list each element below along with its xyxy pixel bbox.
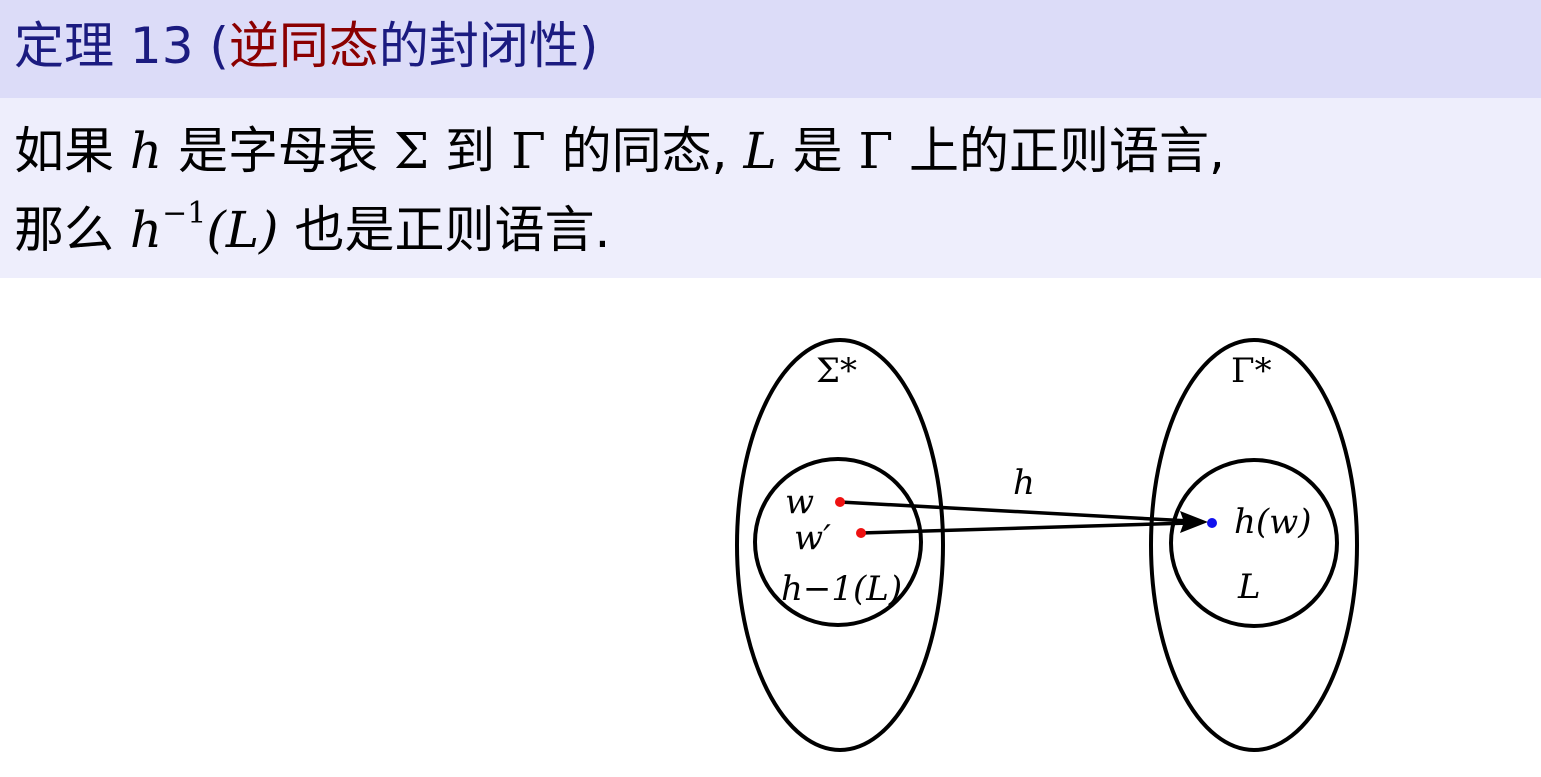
sigma-star-label: Σ* <box>816 351 857 391</box>
homomorphism-diagram: Σ* Γ* h w w′ h−1(L) h(w) L <box>735 338 1359 752</box>
arrow-w <box>839 500 1191 523</box>
arrow-w-prime <box>860 521 1191 535</box>
point-w <box>835 497 845 507</box>
gamma-star-set <box>1149 338 1359 752</box>
label-w-prime: w′ <box>794 518 831 558</box>
sigma-star-set <box>735 338 945 752</box>
label-preimage: h−1(L) <box>781 569 902 609</box>
arrow-label-h: h <box>1013 463 1035 503</box>
gamma-star-label: Γ* <box>1231 351 1272 391</box>
label-l: L <box>1237 567 1261 607</box>
arrow-head <box>1180 511 1208 533</box>
point-w-prime <box>856 528 866 538</box>
point-h-w <box>1207 518 1217 528</box>
label-h-w: h(w) <box>1234 502 1312 542</box>
label-w: w <box>785 482 814 522</box>
